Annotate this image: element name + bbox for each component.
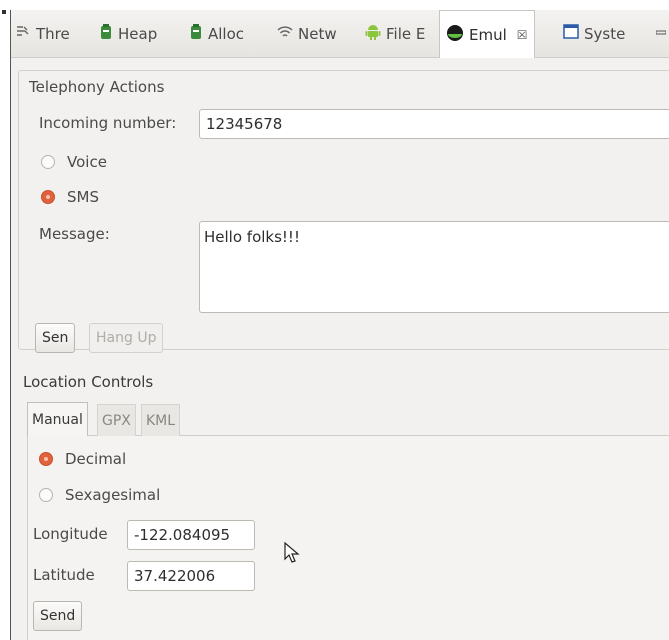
incoming-number-input[interactable]: 12345678 <box>199 109 669 139</box>
message-label: Message: <box>39 225 110 243</box>
sexagesimal-radio[interactable]: Sexagesimal <box>39 486 160 504</box>
view-tab-bar: Thre Heap Alloc Netw File E Emul ☒ Syste <box>11 10 669 59</box>
sexagesimal-label: Sexagesimal <box>65 486 161 504</box>
window-corner-marker <box>2 10 6 14</box>
network-icon <box>277 25 293 43</box>
telephony-actions-title: Telephony Actions <box>29 78 165 96</box>
voice-label: Voice <box>67 153 107 171</box>
location-tab-bar: Manual GPX KML <box>27 402 669 436</box>
tab-label: Heap <box>118 24 158 43</box>
minimize-icon[interactable] <box>655 24 667 40</box>
longitude-input[interactable]: -122.084095 <box>127 520 255 550</box>
voice-radio[interactable]: Voice <box>41 153 107 171</box>
close-icon[interactable]: ☒ <box>517 28 528 42</box>
sms-radio[interactable]: SMS <box>41 188 99 206</box>
tab-heap[interactable]: Heap <box>99 10 157 57</box>
decimal-label: Decimal <box>65 450 127 468</box>
heap-icon <box>99 23 113 44</box>
tab-network[interactable]: Netw <box>277 10 337 57</box>
tab-label: Emul <box>469 26 507 44</box>
radio-unchecked-icon <box>39 488 53 502</box>
tab-manual[interactable]: Manual <box>27 402 88 436</box>
radio-checked-icon <box>39 452 53 466</box>
message-textarea[interactable]: Hello folks!!! <box>199 221 669 313</box>
tab-gpx[interactable]: GPX <box>97 404 136 436</box>
tab-label: Alloc <box>208 24 245 43</box>
decimal-radio[interactable]: Decimal <box>39 450 126 468</box>
threads-icon <box>15 24 31 44</box>
tab-label: Syste <box>584 24 626 43</box>
tab-kml[interactable]: KML <box>141 404 181 436</box>
emulator-control-view: Thre Heap Alloc Netw File E Emul ☒ Syste… <box>10 10 669 640</box>
emulator-control-content: Telephony Actions Incoming number: 12345… <box>11 58 669 640</box>
latitude-label: Latitude <box>33 566 95 584</box>
tab-label: Netw <box>298 24 337 43</box>
tab-label: File E <box>386 24 426 43</box>
window-icon <box>563 24 579 43</box>
tab-file-explorer[interactable]: File E <box>365 10 425 57</box>
tab-allocation[interactable]: Alloc <box>189 10 244 57</box>
longitude-label: Longitude <box>33 525 108 543</box>
emulator-icon <box>446 24 464 46</box>
radio-checked-icon <box>41 190 55 204</box>
location-controls-title: Location Controls <box>23 373 154 391</box>
allocation-icon <box>189 23 203 44</box>
android-icon <box>365 23 381 44</box>
tab-system-information[interactable]: Syste <box>563 10 625 57</box>
send-sms-button[interactable]: Sen <box>35 323 76 353</box>
mouse-cursor-icon <box>284 541 300 568</box>
tab-threads[interactable]: Thre <box>15 10 70 57</box>
send-location-button[interactable]: Send <box>33 601 83 631</box>
incoming-number-label: Incoming number: <box>39 114 177 132</box>
latitude-input[interactable]: 37.422006 <box>127 561 255 591</box>
tab-emulator-control[interactable]: Emul ☒ <box>439 10 535 59</box>
radio-unchecked-icon <box>41 155 55 169</box>
tab-label: Thre <box>36 24 70 43</box>
sms-label: SMS <box>67 188 99 206</box>
hang-up-button[interactable]: Hang Up <box>89 323 164 353</box>
